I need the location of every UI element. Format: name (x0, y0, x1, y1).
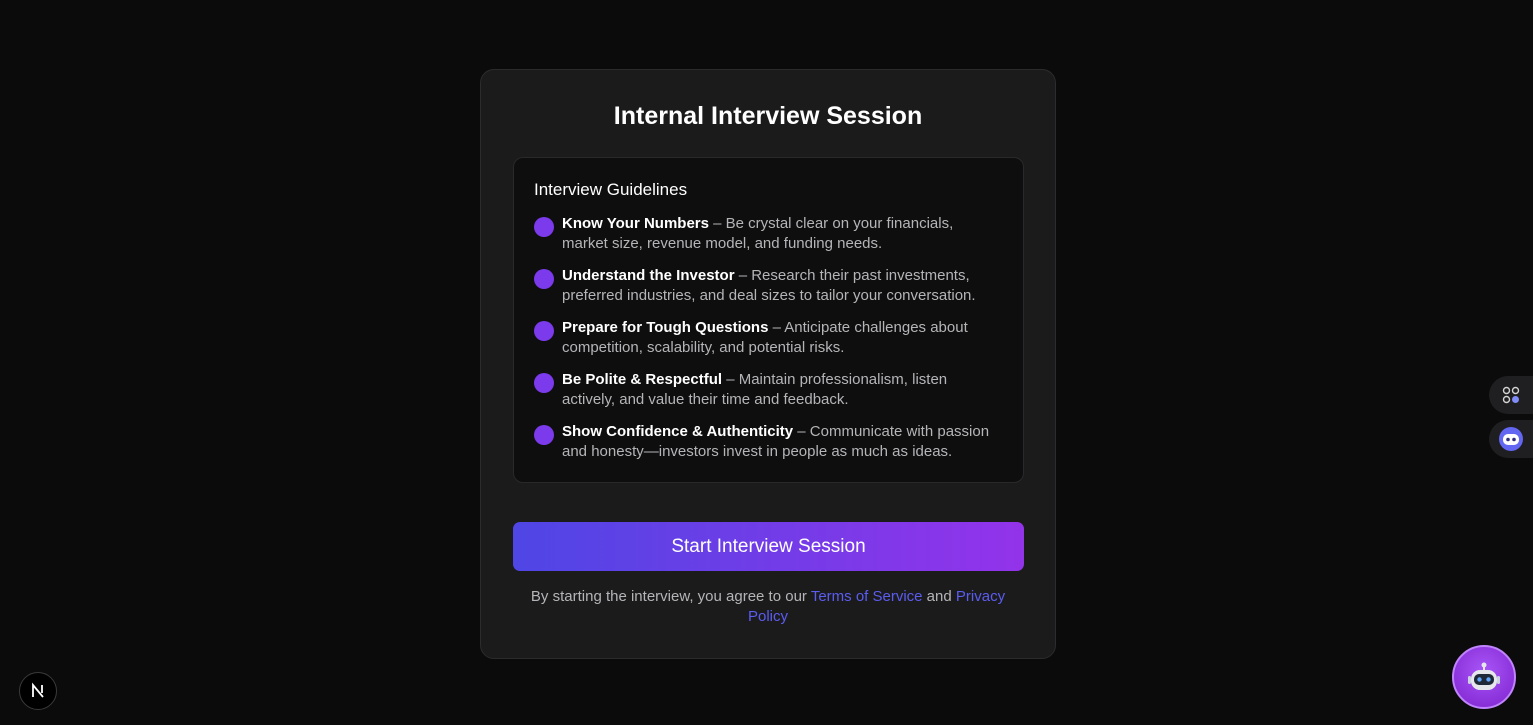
bullet-icon (534, 321, 554, 341)
bullet-icon (534, 425, 554, 445)
bullet-icon (534, 217, 554, 237)
start-interview-button[interactable]: Start Interview Session (513, 522, 1024, 571)
guideline-text: Prepare for Tough Questions – Anticipate… (562, 318, 1003, 358)
guideline-item: Understand the Investor – Research their… (534, 266, 1003, 306)
guideline-text: Know Your Numbers – Be crystal clear on … (562, 214, 1003, 254)
nextjs-logo-icon[interactable] (19, 672, 57, 710)
terms-of-service-link[interactable]: Terms of Service (811, 588, 923, 605)
interview-card: Internal Interview Session Interview Gui… (480, 69, 1056, 659)
bullet-icon (534, 373, 554, 393)
guideline-item: Know Your Numbers – Be crystal clear on … (534, 214, 1003, 254)
bullet-icon (534, 269, 554, 289)
guideline-title: Know Your Numbers (562, 215, 709, 232)
robot-assistant-icon[interactable] (1452, 645, 1516, 709)
guideline-item: Be Polite & Respectful – Maintain profes… (534, 370, 1003, 410)
guideline-title: Be Polite & Respectful (562, 371, 723, 388)
chat-bot-icon[interactable] (1489, 420, 1533, 458)
guideline-text: Show Confidence & Authenticity – Communi… (562, 422, 1003, 462)
terms-notice: By starting the interview, you agree to … (521, 587, 1015, 627)
guideline-text: Be Polite & Respectful – Maintain profes… (562, 370, 1003, 410)
guidelines-panel: Interview Guidelines Know Your Numbers –… (513, 157, 1024, 483)
guideline-text: Understand the Investor – Research their… (562, 266, 1003, 306)
guideline-title: Show Confidence & Authenticity (562, 423, 794, 440)
terms-prefix: By starting the interview, you agree to … (530, 588, 811, 605)
guideline-item: Show Confidence & Authenticity – Communi… (534, 422, 1003, 462)
terms-middle: and (922, 588, 956, 605)
guideline-title: Prepare for Tough Questions (562, 319, 769, 336)
apps-grid-icon[interactable] (1489, 376, 1533, 414)
guideline-item: Prepare for Tough Questions – Anticipate… (534, 318, 1003, 358)
guidelines-heading: Interview Guidelines (534, 180, 688, 199)
guideline-title: Understand the Investor (562, 267, 735, 284)
page-title: Internal Interview Session (613, 102, 923, 130)
